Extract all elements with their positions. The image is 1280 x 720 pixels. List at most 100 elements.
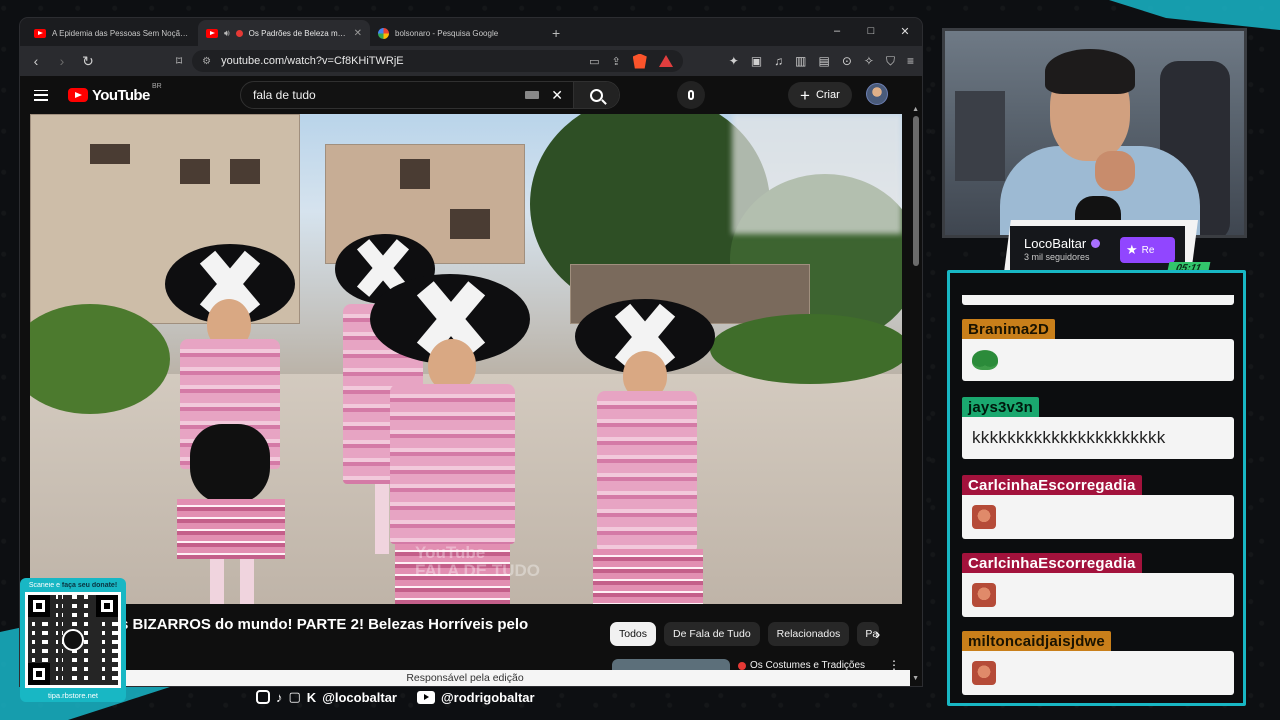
close-window-button[interactable]: ✕ bbox=[888, 18, 922, 44]
clear-search-icon[interactable]: ✕ bbox=[551, 87, 563, 104]
youtube-play-icon bbox=[68, 88, 88, 102]
youtube-page: YouTube BR fala de tudo ✕ + Criar YouTub… bbox=[20, 76, 922, 686]
tab-title: bolsonaro - Pesquisa Google bbox=[395, 28, 499, 38]
tab-epidemia[interactable]: A Epidemia das Pessoas Sem Noção - YouTu… bbox=[26, 20, 198, 46]
donate-qr-card: Scaneie e faça seu donate! tipa.rbstore.… bbox=[20, 578, 126, 702]
chat-message-body bbox=[962, 339, 1234, 381]
qr-caption-highlight: faça seu donate! bbox=[61, 582, 118, 589]
social-handle-primary: @locobaltar bbox=[322, 689, 397, 705]
video-bush bbox=[710, 314, 902, 384]
vpn-icon[interactable]: ⊙ bbox=[842, 54, 852, 69]
follow-button[interactable]: ★ Re bbox=[1120, 237, 1175, 263]
instagram-icon bbox=[256, 690, 270, 704]
shield-icon[interactable]: ⛉ bbox=[886, 54, 895, 69]
related-filter-chips: Todos De Fala de Tudo Relacionados Pa bbox=[610, 622, 880, 646]
search-button[interactable] bbox=[573, 82, 619, 108]
webcam-background-shelf bbox=[955, 91, 1005, 181]
status-notice: Responsável pela edição bbox=[20, 670, 910, 686]
chip-relacionados[interactable]: Relacionados bbox=[767, 622, 850, 646]
account-avatar[interactable] bbox=[866, 83, 888, 105]
follower-count: 3 mil seguidores bbox=[1024, 252, 1090, 262]
address-bar-actions: ▭ ⇪ bbox=[589, 53, 673, 69]
verified-badge-icon bbox=[1091, 239, 1101, 248]
youtube-icon bbox=[34, 28, 46, 38]
address-bar[interactable]: ⚙︎ youtube.com/watch?v=Cf8KHiTWRjE ▭ ⇪ bbox=[192, 50, 683, 72]
search-icon bbox=[590, 88, 603, 102]
screenshot-icon[interactable]: ▣ bbox=[751, 54, 762, 69]
qr-caption: Scaneie e faça seu donate! bbox=[24, 582, 122, 589]
speaker-icon[interactable]: 🔊︎ bbox=[224, 28, 230, 39]
share-icon[interactable]: ⇪ bbox=[612, 55, 621, 68]
chat-message-body: kkkkkkkkkkkkkkkkkkkkkk bbox=[962, 417, 1234, 459]
hamburger-menu-icon[interactable] bbox=[34, 89, 48, 101]
chip-de-fala-de-tudo[interactable]: De Fala de Tudo bbox=[664, 622, 760, 646]
tab-padroes-beleza[interactable]: 🔊︎ Os Padrões de Beleza mais BIZARROS do… bbox=[198, 20, 370, 46]
donate-url: tipa.rbstore.net bbox=[47, 691, 99, 700]
voice-search-button[interactable] bbox=[677, 81, 705, 109]
chip-todos[interactable]: Todos bbox=[610, 622, 657, 646]
forward-button[interactable]: › bbox=[54, 53, 70, 69]
frog-emote-icon bbox=[972, 350, 998, 370]
chevron-right-icon[interactable]: › bbox=[875, 626, 880, 644]
wallet-icon[interactable]: ▤ bbox=[819, 54, 830, 69]
scrollbar-thumb[interactable] bbox=[913, 116, 919, 266]
create-button[interactable]: + Criar bbox=[788, 82, 852, 108]
video-window bbox=[230, 159, 260, 184]
blurred-region bbox=[732, 114, 902, 234]
kick-icon: K bbox=[306, 689, 317, 705]
qr-finder-pattern bbox=[28, 663, 50, 685]
tab-google-search[interactable]: bolsonaro - Pesquisa Google bbox=[370, 20, 542, 46]
search-box: fala de tudo ✕ bbox=[240, 81, 620, 109]
ai-icon[interactable]: ✧ bbox=[864, 54, 874, 69]
search-input[interactable]: fala de tudo bbox=[241, 88, 525, 102]
scrollbar[interactable] bbox=[913, 116, 919, 666]
back-button[interactable]: ‹ bbox=[28, 53, 44, 69]
extensions-icon[interactable]: ✦ bbox=[729, 54, 739, 69]
keyboard-icon[interactable] bbox=[525, 91, 540, 99]
tiktok-icon: ♪ bbox=[276, 689, 283, 705]
brave-rewards-icon[interactable] bbox=[658, 55, 673, 67]
chat-message-body bbox=[962, 651, 1234, 695]
window-controls: – □ ✕ bbox=[820, 18, 922, 44]
qr-caption-prefix: Scaneie e bbox=[28, 582, 62, 589]
streamer-name: LocoBaltar bbox=[1024, 236, 1101, 251]
face-emote-icon bbox=[972, 583, 996, 607]
plus-icon: + bbox=[800, 85, 810, 105]
scroll-up-icon[interactable]: ▲ bbox=[912, 106, 919, 113]
qr-code bbox=[25, 592, 121, 688]
menu-icon[interactable]: ≡ bbox=[907, 54, 914, 69]
site-info-icon[interactable]: ⚙︎ bbox=[202, 56, 211, 67]
social-handle-secondary: @rodrigobaltar bbox=[441, 689, 535, 705]
music-icon[interactable]: ♫ bbox=[774, 54, 783, 69]
scroll-down-icon[interactable]: ▼ bbox=[912, 675, 919, 682]
brave-shields-icon[interactable] bbox=[632, 53, 647, 69]
chat-username: jays3v3n bbox=[962, 397, 1039, 417]
chat-message: Branima2D bbox=[962, 319, 1234, 381]
youtube-icon bbox=[417, 690, 435, 704]
minimize-button[interactable]: – bbox=[820, 18, 854, 44]
close-tab-icon[interactable]: ✕ bbox=[354, 28, 362, 39]
webcam-person-hair bbox=[1045, 49, 1135, 94]
maximize-button[interactable]: □ bbox=[854, 18, 888, 44]
streamer-name-text: LocoBaltar bbox=[1024, 236, 1087, 251]
microphone-icon bbox=[688, 90, 694, 100]
social-handles: ♪ ▢ K @locobaltar @rodrigobaltar bbox=[256, 689, 535, 705]
qr-finder-pattern bbox=[28, 595, 50, 617]
reload-button[interactable]: ↻ bbox=[80, 53, 96, 70]
chat-message: CarlcinhaEscorregadia bbox=[962, 553, 1234, 617]
chat-message-fragment bbox=[962, 295, 1234, 305]
video-window bbox=[90, 144, 130, 164]
youtube-logo-text: YouTube bbox=[92, 86, 150, 104]
bookmark-icon[interactable]: ⌑ bbox=[176, 54, 182, 68]
url-text[interactable]: youtube.com/watch?v=Cf8KHiTWRjE bbox=[221, 55, 403, 67]
webcam-person-hand bbox=[1095, 151, 1135, 191]
chat-username: CarlcinhaEscorregadia bbox=[962, 553, 1142, 573]
tab-title: A Epidemia das Pessoas Sem Noção - YouTu… bbox=[52, 28, 190, 38]
face-emote-icon bbox=[972, 505, 996, 529]
video-player[interactable]: YouTube FALA DE TUDO bbox=[30, 114, 902, 604]
new-tab-button[interactable]: + bbox=[542, 20, 570, 46]
cast-icon[interactable]: ▭ bbox=[589, 55, 599, 68]
video-window bbox=[400, 159, 430, 189]
youtube-logo[interactable]: YouTube BR bbox=[68, 83, 162, 104]
sidebar-icon[interactable]: ▥ bbox=[795, 54, 806, 69]
